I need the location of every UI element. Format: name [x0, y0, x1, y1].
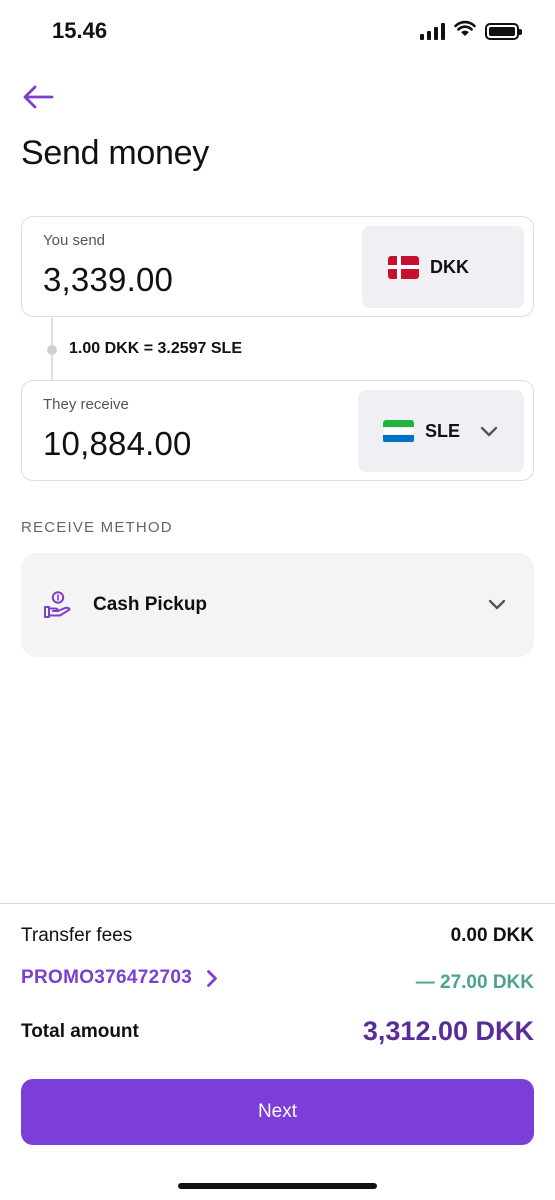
total-amount-value: 3,312.00 DKK — [362, 1016, 534, 1046]
receive-amount-input[interactable]: 10,884.00 — [43, 425, 192, 463]
send-amount-label: You send — [43, 232, 106, 249]
receive-currency-selector[interactable]: SLE — [358, 390, 524, 472]
chevron-down-icon — [480, 426, 498, 437]
rate-connector-dot — [47, 345, 57, 355]
cash-hand-icon — [43, 591, 73, 624]
denmark-flag-icon — [388, 255, 419, 279]
chevron-down-icon — [488, 597, 506, 615]
battery-icon — [485, 22, 522, 40]
chevron-right-icon — [206, 969, 218, 988]
send-currency-code: DKK — [430, 256, 469, 277]
next-button[interactable]: Next — [21, 1079, 534, 1145]
send-amount-input[interactable]: 3,339.00 — [43, 261, 173, 299]
receive-amount-card[interactable]: They receive 10,884.00 SLE — [21, 380, 534, 481]
receive-currency-code: SLE — [425, 420, 461, 441]
status-time: 15.46 — [52, 18, 108, 43]
status-icons — [420, 20, 522, 42]
home-indicator — [178, 1183, 377, 1189]
exchange-rate: 1.00 DKK = 3.2597 SLE — [69, 340, 242, 357]
sierra-leone-flag-icon — [383, 419, 414, 443]
summary-divider — [0, 903, 555, 904]
send-currency-selector[interactable]: DKK — [362, 226, 524, 308]
signal-icon — [420, 22, 445, 40]
back-button[interactable] — [20, 80, 56, 114]
page-title: Send money — [21, 134, 209, 172]
send-amount-card[interactable]: You send 3,339.00 DKK — [21, 216, 534, 317]
promo-code: PROMO376472703 — [21, 967, 193, 988]
arrow-left-icon — [23, 85, 54, 109]
receive-amount-label: They receive — [43, 396, 129, 413]
promo-discount: — 27.00 DKK — [415, 972, 534, 993]
promo-code-link[interactable]: PROMO376472703 — [21, 967, 218, 989]
total-amount-label: Total amount — [21, 1021, 139, 1042]
transfer-fees-label: Transfer fees — [21, 925, 133, 946]
wifi-icon — [454, 20, 476, 42]
receive-method-label: Cash Pickup — [93, 594, 208, 615]
transfer-fees-value: 0.00 DKK — [450, 925, 534, 946]
receive-method-heading: RECEIVE METHOD — [21, 519, 173, 536]
receive-method-dropdown[interactable]: Cash Pickup — [21, 553, 534, 657]
